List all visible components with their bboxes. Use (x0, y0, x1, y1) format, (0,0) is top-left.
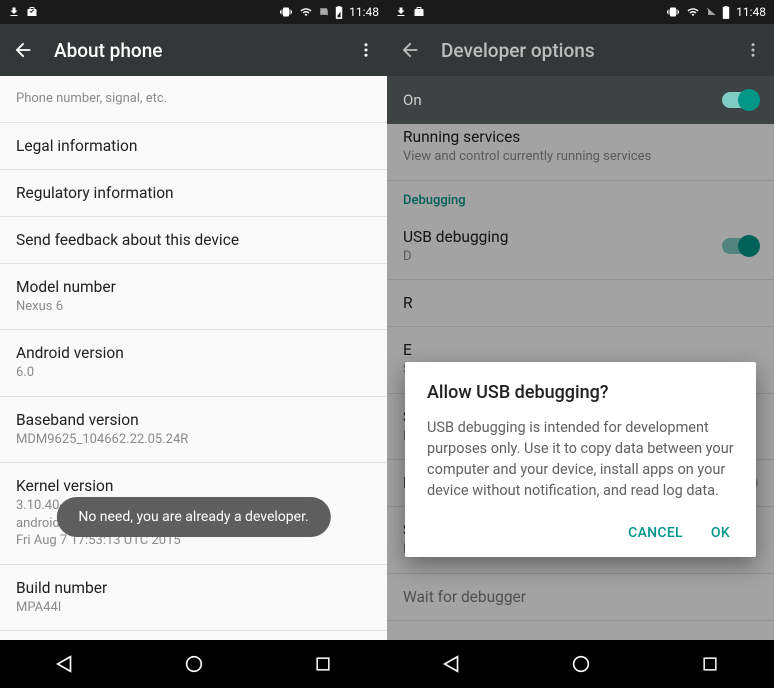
download-icon (8, 6, 20, 18)
dialog-title: Allow USB debugging? (427, 382, 734, 403)
row-feedback[interactable]: Send feedback about this device (0, 217, 387, 264)
store-icon (413, 6, 425, 18)
no-sim-icon (706, 6, 716, 18)
back-icon[interactable] (12, 39, 34, 61)
battery-icon (722, 6, 730, 19)
usb-debugging-dialog: Allow USB debugging? USB debugging is in… (405, 362, 756, 557)
nav-bar (0, 640, 387, 688)
nav-back-icon[interactable] (441, 653, 463, 675)
row-build[interactable]: Build numberMPA44I (0, 565, 387, 632)
nav-recent-icon[interactable] (700, 654, 720, 674)
store-icon (26, 6, 38, 18)
cancel-button[interactable]: CANCEL (628, 525, 683, 541)
nav-recent-icon[interactable] (313, 654, 333, 674)
developer-toggle-row[interactable]: On (387, 76, 774, 124)
vibrate-icon (279, 6, 293, 18)
nav-home-icon[interactable] (183, 653, 205, 675)
nav-bar (387, 640, 774, 688)
row-status[interactable]: Phone number, signal, etc. (0, 76, 387, 123)
ok-button[interactable]: OK (711, 525, 730, 541)
vibrate-icon (666, 6, 680, 18)
clock: 11:48 (349, 5, 379, 19)
wifi-icon (686, 6, 700, 18)
phone-right: 11:48 Developer options On Running servi… (387, 0, 774, 688)
toast: No need, you are already a developer. (56, 497, 330, 537)
row-regulatory[interactable]: Regulatory information (0, 170, 387, 217)
row-android-version[interactable]: Android version6.0 (0, 330, 387, 397)
status-bar: 11:48 (387, 0, 774, 24)
clock: 11:48 (736, 5, 766, 19)
back-icon[interactable] (399, 39, 421, 61)
no-sim-icon (319, 6, 329, 18)
on-label: On (403, 91, 422, 109)
overflow-icon[interactable] (744, 41, 762, 59)
overflow-icon[interactable] (357, 41, 375, 59)
wifi-icon (299, 6, 313, 18)
settings-list: Phone number, signal, etc. Legal informa… (0, 76, 387, 640)
row-model[interactable]: Model numberNexus 6 (0, 264, 387, 331)
status-bar: 11:48 (0, 0, 387, 24)
row-baseband[interactable]: Baseband versionMDM9625_104662.22.05.24R (0, 397, 387, 464)
page-title: Developer options (441, 39, 724, 62)
app-bar: Developer options (387, 24, 774, 76)
app-bar: About phone (0, 24, 387, 76)
dialog-body: USB debugging is intended for developmen… (427, 417, 734, 501)
phone-left: 11:48 About phone Phone number, signal, … (0, 0, 387, 688)
master-toggle[interactable] (722, 92, 758, 108)
nav-back-icon[interactable] (54, 653, 76, 675)
dev-options-list: Running services View and control curren… (387, 124, 774, 640)
row-legal[interactable]: Legal information (0, 123, 387, 170)
page-title: About phone (54, 39, 337, 62)
nav-home-icon[interactable] (570, 653, 592, 675)
download-icon (395, 6, 407, 18)
battery-icon (335, 6, 343, 19)
